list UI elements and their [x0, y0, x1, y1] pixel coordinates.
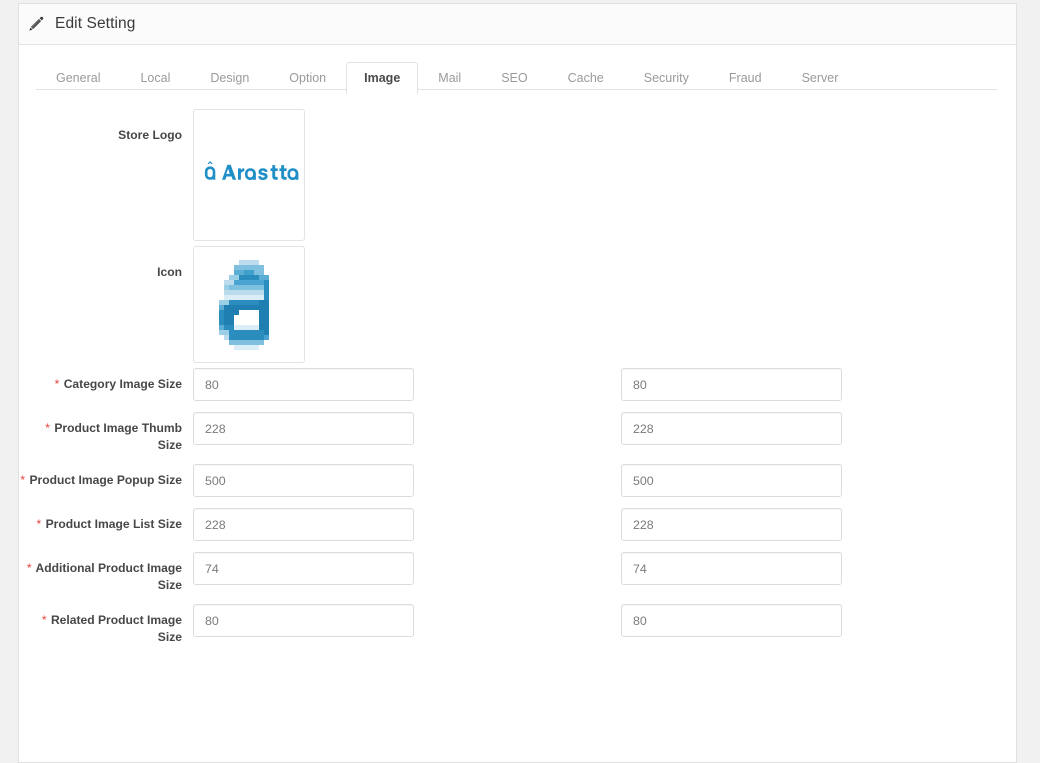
- form-row-icon: Icon: [19, 246, 1016, 363]
- required-asterisk: *: [36, 517, 41, 531]
- form-row-product-image-thumb-size: * Product Image Thumb Size: [19, 412, 1016, 453]
- label-text: Product Image Popup Size: [29, 473, 182, 487]
- favicon-thumbnail[interactable]: [193, 246, 305, 363]
- page-title: Edit Setting: [55, 15, 135, 33]
- category-image-size-width-input[interactable]: [193, 368, 414, 401]
- tab-bar: GeneralLocalDesignOptionImageMailSEOCach…: [19, 45, 1016, 89]
- form-row-product-image-popup-size: * Product Image Popup Size: [19, 464, 1016, 497]
- tab-option[interactable]: Option: [269, 62, 346, 94]
- label-store-logo: Store Logo: [19, 109, 182, 144]
- product-image-list-size-height-input[interactable]: [621, 508, 842, 541]
- edit-setting-panel: Edit Setting GeneralLocalDesignOptionIma…: [18, 3, 1017, 763]
- label-product-image-list-size: * Product Image List Size: [19, 508, 182, 533]
- tab-design[interactable]: Design: [190, 62, 269, 94]
- tab-seo[interactable]: SEO: [481, 62, 547, 94]
- image-size-field-list: * Category Image Size* Product Image Thu…: [19, 368, 1016, 646]
- required-asterisk: *: [55, 377, 60, 391]
- width-field-wrapper: [193, 368, 414, 401]
- arastta-favicon-image: [209, 260, 289, 350]
- required-asterisk: *: [27, 561, 32, 575]
- width-field-wrapper: [193, 552, 414, 585]
- tab-general[interactable]: General: [36, 62, 120, 94]
- width-field-wrapper: [193, 604, 414, 637]
- tab-image[interactable]: Image: [346, 62, 418, 94]
- width-field-wrapper: [193, 508, 414, 541]
- width-field-wrapper: [193, 412, 414, 445]
- form-row-category-image-size: * Category Image Size: [19, 368, 1016, 401]
- label-product-image-thumb-size: * Product Image Thumb Size: [19, 412, 182, 453]
- tab-mail[interactable]: Mail: [418, 62, 481, 94]
- product-image-popup-size-width-input[interactable]: [193, 464, 414, 497]
- form-row-related-product-image-size: * Related Product Image Size: [19, 604, 1016, 645]
- label-text: Related Product Image Size: [51, 613, 182, 644]
- product-image-thumb-size-height-input[interactable]: [621, 412, 842, 445]
- store-logo-thumbnail[interactable]: [193, 109, 305, 241]
- form-row-additional-product-image-size: * Additional Product Image Size: [19, 552, 1016, 593]
- height-field-wrapper: [621, 508, 842, 541]
- label-icon: Icon: [19, 246, 182, 281]
- tab-server[interactable]: Server: [782, 62, 859, 94]
- product-image-thumb-size-width-input[interactable]: [193, 412, 414, 445]
- required-asterisk: *: [45, 421, 50, 435]
- height-field-wrapper: [621, 464, 842, 497]
- tab-list: GeneralLocalDesignOptionImageMailSEOCach…: [36, 61, 1016, 93]
- label-related-product-image-size: * Related Product Image Size: [19, 604, 182, 645]
- height-field-wrapper: [621, 368, 842, 401]
- pencil-icon: [27, 15, 45, 33]
- additional-product-image-size-width-input[interactable]: [193, 552, 414, 585]
- label-category-image-size: * Category Image Size: [19, 368, 182, 393]
- arastta-logo-image: [197, 158, 301, 192]
- height-field-wrapper: [621, 552, 842, 585]
- label-text: Product Image Thumb Size: [54, 421, 182, 452]
- label-text: Category Image Size: [64, 377, 182, 391]
- label-text: Product Image List Size: [46, 517, 182, 531]
- height-field-wrapper: [621, 604, 842, 637]
- label-product-image-popup-size: * Product Image Popup Size: [19, 464, 182, 489]
- form-row-store-logo: Store Logo: [19, 109, 1016, 241]
- required-asterisk: *: [20, 473, 25, 487]
- tab-cache[interactable]: Cache: [548, 62, 624, 94]
- label-text: Additional Product Image Size: [36, 561, 182, 592]
- additional-product-image-size-height-input[interactable]: [621, 552, 842, 585]
- tab-local[interactable]: Local: [120, 62, 190, 94]
- related-product-image-size-height-input[interactable]: [621, 604, 842, 637]
- required-asterisk: *: [42, 613, 47, 627]
- panel-header: Edit Setting: [19, 4, 1016, 45]
- category-image-size-height-input[interactable]: [621, 368, 842, 401]
- label-additional-product-image-size: * Additional Product Image Size: [19, 552, 182, 593]
- width-field-wrapper: [193, 464, 414, 497]
- form-row-product-image-list-size: * Product Image List Size: [19, 508, 1016, 541]
- height-field-wrapper: [621, 412, 842, 445]
- product-image-list-size-width-input[interactable]: [193, 508, 414, 541]
- tab-fraud[interactable]: Fraud: [709, 62, 782, 94]
- image-settings-form: Store Logo: [19, 89, 1016, 646]
- related-product-image-size-width-input[interactable]: [193, 604, 414, 637]
- icon-thumb-field: [193, 246, 414, 363]
- store-logo-thumb-field: [193, 109, 414, 241]
- tab-security[interactable]: Security: [624, 62, 709, 94]
- product-image-popup-size-height-input[interactable]: [621, 464, 842, 497]
